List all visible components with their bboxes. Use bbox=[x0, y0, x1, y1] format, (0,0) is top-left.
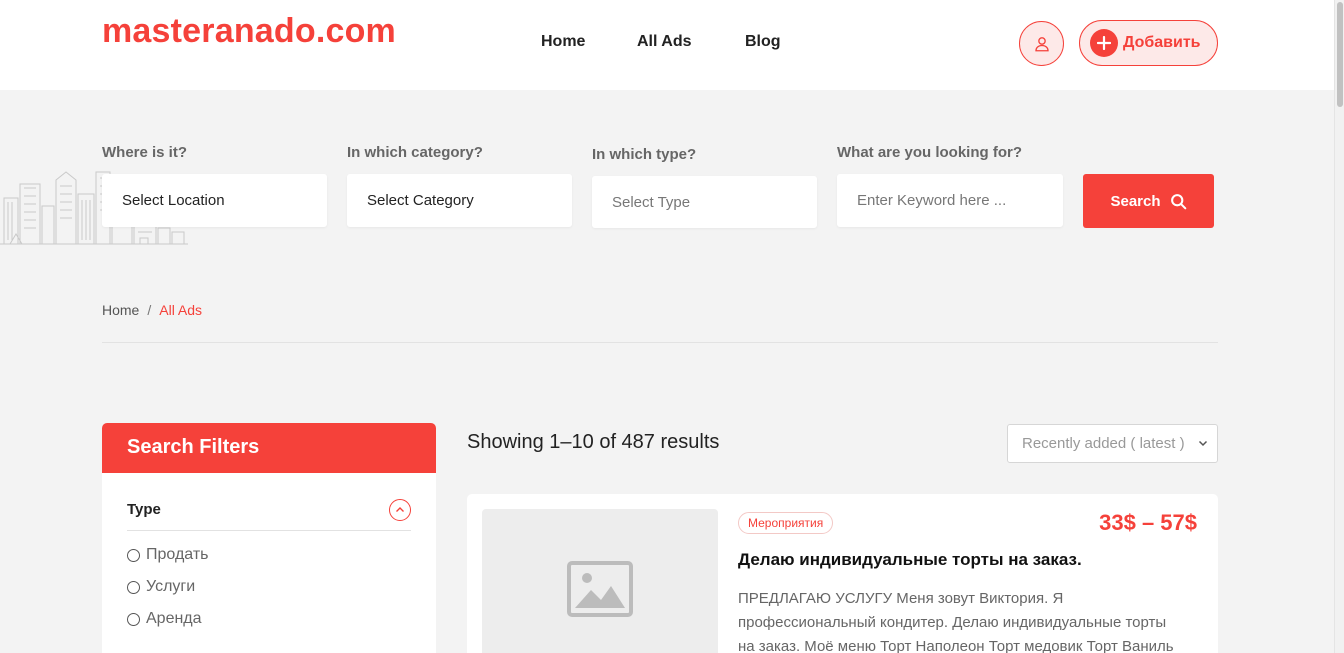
search-filters-title: Search Filters bbox=[102, 423, 436, 473]
breadcrumb-separator: / bbox=[147, 302, 152, 318]
radio-button[interactable] bbox=[127, 612, 140, 626]
radio-button[interactable] bbox=[127, 548, 140, 562]
site-logo[interactable]: masteranado.com bbox=[102, 12, 396, 51]
location-select[interactable]: Select Location bbox=[102, 174, 327, 227]
description-line: на заказ. Моё меню Торт Наполеон Торт ме… bbox=[738, 638, 1174, 653]
plus-circle-icon bbox=[1090, 29, 1118, 57]
chevron-down-icon bbox=[1198, 440, 1208, 447]
site-header: masteranado.com Home All Ads Blog Добави… bbox=[0, 0, 1334, 90]
radio-button[interactable] bbox=[127, 580, 140, 594]
add-listing-button[interactable]: Добавить bbox=[1079, 20, 1218, 66]
sort-value: Recently added ( latest ) bbox=[1022, 435, 1185, 452]
category-label: In which category? bbox=[347, 144, 483, 161]
results-count: Showing 1–10 of 487 results bbox=[467, 431, 720, 453]
user-icon bbox=[1034, 36, 1049, 51]
nav-blog[interactable]: Blog bbox=[745, 33, 781, 51]
nav-home[interactable]: Home bbox=[541, 33, 585, 51]
filter-option-label: Аренда bbox=[146, 610, 202, 627]
breadcrumb: Home / All Ads bbox=[102, 302, 202, 318]
filter-option-services[interactable]: Услуги bbox=[127, 578, 195, 596]
category-badge[interactable]: Мероприятия bbox=[738, 512, 834, 534]
image-placeholder-icon bbox=[567, 561, 633, 617]
breadcrumb-home[interactable]: Home bbox=[102, 302, 139, 318]
scrollbar-thumb[interactable] bbox=[1337, 2, 1343, 107]
listing-thumbnail[interactable] bbox=[482, 509, 718, 653]
filter-option-label: Продать bbox=[146, 546, 209, 563]
listing-title[interactable]: Делаю индивидуальные торты на заказ. bbox=[738, 550, 1082, 570]
category-select[interactable]: Select Category bbox=[347, 174, 572, 227]
keyword-input[interactable]: Enter Keyword here ... bbox=[837, 174, 1063, 227]
nav-all-ads[interactable]: All Ads bbox=[637, 33, 692, 51]
type-label: In which type? bbox=[592, 146, 697, 163]
sort-select[interactable]: Recently added ( latest ) bbox=[1007, 424, 1218, 463]
filter-option-rent[interactable]: Аренда bbox=[127, 610, 202, 628]
listing-card[interactable]: Мероприятия 33$ – 57$ Делаю индивидуальн… bbox=[467, 494, 1218, 653]
description-line: ПРЕДЛАГАЮ УСЛУГУ Меня зовут Виктория. Я bbox=[738, 590, 1064, 607]
breadcrumb-current: All Ads bbox=[159, 302, 203, 318]
account-button[interactable] bbox=[1019, 21, 1064, 66]
search-filters-panel: Search Filters Type Продать Услуги Аренд… bbox=[102, 423, 436, 653]
filter-type-label: Type bbox=[127, 501, 161, 518]
page-scrollbar[interactable] bbox=[1334, 0, 1344, 653]
filter-type-header[interactable]: Type bbox=[127, 497, 411, 531]
type-select[interactable]: Select Type bbox=[592, 176, 817, 228]
description-line: профессиональный кондитер. Делаю индивид… bbox=[738, 614, 1167, 631]
search-button[interactable]: Search bbox=[1083, 174, 1214, 228]
add-listing-label: Добавить bbox=[1123, 34, 1201, 51]
filter-option-sell[interactable]: Продать bbox=[127, 546, 209, 564]
listing-price: 33$ – 57$ bbox=[1099, 510, 1197, 535]
listing-description: ПРЕДЛАГАЮ УСЛУГУ Меня зовут Виктория. Я … bbox=[738, 587, 1198, 653]
filter-option-label: Услуги bbox=[146, 578, 196, 595]
keyword-label: What are you looking for? bbox=[837, 144, 1023, 161]
location-label: Where is it? bbox=[102, 144, 188, 161]
search-icon bbox=[1170, 193, 1186, 209]
search-button-label: Search bbox=[1110, 192, 1161, 210]
chevron-up-icon[interactable] bbox=[389, 499, 411, 521]
section-divider bbox=[102, 342, 1218, 343]
